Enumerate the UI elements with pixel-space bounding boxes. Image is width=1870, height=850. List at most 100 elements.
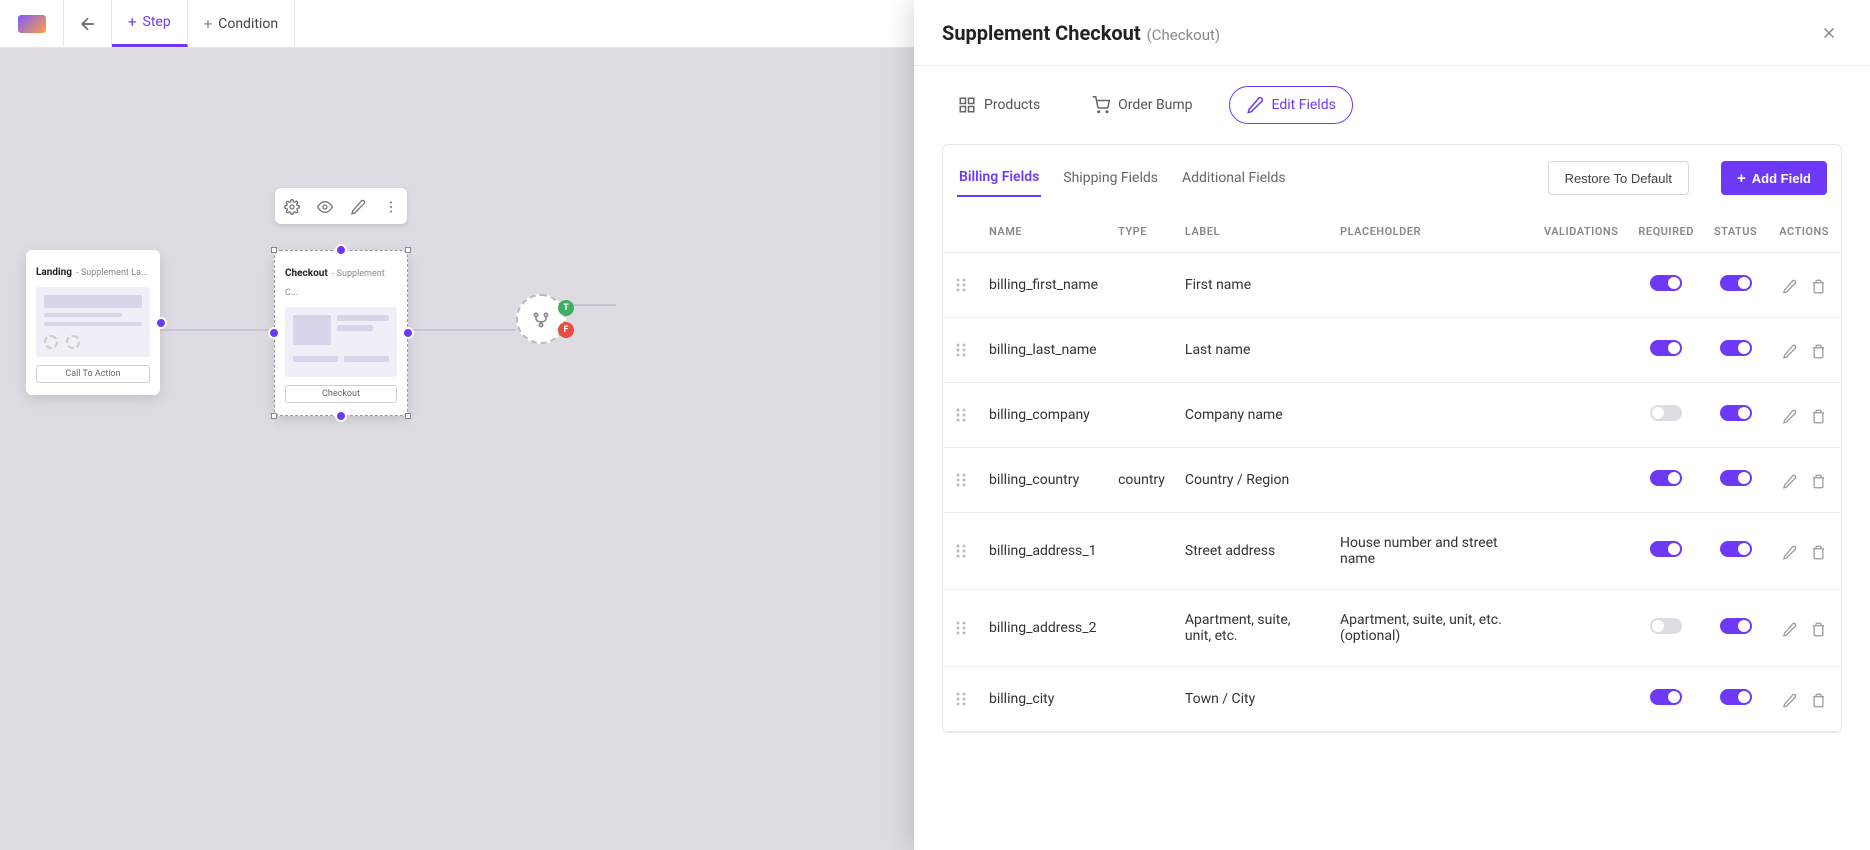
restore-default-button[interactable]: Restore To Default <box>1548 161 1689 195</box>
drag-icon <box>955 472 967 488</box>
selection-handle[interactable] <box>405 247 411 253</box>
status-toggle[interactable] <box>1720 689 1752 705</box>
panel-title-sub: (Checkout) <box>1147 26 1221 44</box>
arrow-left-icon <box>78 14 98 34</box>
edit-row-button[interactable] <box>1782 406 1801 424</box>
more-icon[interactable] <box>383 197 399 215</box>
eye-icon[interactable] <box>317 197 333 215</box>
status-toggle[interactable] <box>1720 275 1752 291</box>
cell-type <box>1108 590 1175 667</box>
cell-label: Apartment, suite, unit, etc. <box>1175 590 1330 667</box>
close-button[interactable] <box>1816 18 1842 47</box>
delete-row-button[interactable] <box>1811 341 1826 359</box>
required-toggle[interactable] <box>1650 618 1682 634</box>
back-button[interactable] <box>64 0 112 47</box>
port-output[interactable] <box>155 317 167 329</box>
selection-handle[interactable] <box>271 413 277 419</box>
subtab-additional[interactable]: Additional Fields <box>1180 160 1288 196</box>
trash-icon <box>1811 622 1826 637</box>
cell-status <box>1704 383 1767 448</box>
delete-row-button[interactable] <box>1811 690 1826 708</box>
step-tab[interactable]: + Step <box>112 0 188 47</box>
subtab-shipping[interactable]: Shipping Fields <box>1061 160 1160 196</box>
pencil-icon[interactable] <box>350 197 366 215</box>
col-type: TYPE <box>1108 211 1175 253</box>
edit-row-button[interactable] <box>1782 341 1801 359</box>
app-logo[interactable] <box>0 0 64 47</box>
drag-handle[interactable] <box>943 383 979 448</box>
cell-placeholder: House number and street name <box>1330 513 1534 590</box>
required-toggle[interactable] <box>1650 689 1682 705</box>
cell-actions <box>1767 318 1841 383</box>
port-input[interactable] <box>268 327 280 339</box>
connector-line <box>408 329 516 331</box>
status-toggle[interactable] <box>1720 340 1752 356</box>
required-toggle[interactable] <box>1650 275 1682 291</box>
drag-icon <box>955 620 967 636</box>
trash-icon <box>1811 409 1826 424</box>
edit-row-button[interactable] <box>1782 690 1801 708</box>
tab-products[interactable]: Products <box>942 86 1056 124</box>
pencil-icon <box>1782 622 1797 637</box>
status-toggle[interactable] <box>1720 618 1752 634</box>
drag-handle[interactable] <box>943 253 979 318</box>
drag-handle[interactable] <box>943 448 979 513</box>
port-bottom[interactable] <box>335 410 347 422</box>
drag-handle[interactable] <box>943 513 979 590</box>
required-toggle[interactable] <box>1650 405 1682 421</box>
port-top[interactable] <box>335 244 347 256</box>
true-badge: T <box>558 300 574 316</box>
node-title: Landing <box>36 267 72 278</box>
cell-name: billing_country <box>979 448 1108 513</box>
subtab-billing[interactable]: Billing Fields <box>957 159 1041 197</box>
pencil-icon <box>1782 344 1797 359</box>
cell-actions <box>1767 667 1841 732</box>
tab-edit-fields[interactable]: Edit Fields <box>1229 86 1353 124</box>
edit-row-button[interactable] <box>1782 542 1801 560</box>
cell-required <box>1628 590 1704 667</box>
delete-row-button[interactable] <box>1811 471 1826 489</box>
delete-row-button[interactable] <box>1811 619 1826 637</box>
edit-row-button[interactable] <box>1782 471 1801 489</box>
trash-icon <box>1811 279 1826 294</box>
landing-node[interactable]: Landing - Supplement La... Call To Actio… <box>26 250 160 395</box>
cell-type <box>1108 383 1175 448</box>
tab-order-bump[interactable]: Order Bump <box>1076 86 1208 124</box>
required-toggle[interactable] <box>1650 541 1682 557</box>
drag-handle[interactable] <box>943 318 979 383</box>
table-row: billing_last_name Last name <box>943 318 1841 383</box>
cell-status <box>1704 590 1767 667</box>
grid-icon <box>958 96 976 114</box>
edit-row-button[interactable] <box>1782 619 1801 637</box>
connector-line <box>160 329 274 331</box>
col-actions: ACTIONS <box>1767 211 1841 253</box>
port-output[interactable] <box>402 327 414 339</box>
status-toggle[interactable] <box>1720 405 1752 421</box>
condition-tab[interactable]: + Condition <box>188 0 295 47</box>
required-toggle[interactable] <box>1650 340 1682 356</box>
cell-actions <box>1767 448 1841 513</box>
delete-row-button[interactable] <box>1811 406 1826 424</box>
add-field-button[interactable]: + Add Field <box>1721 161 1827 195</box>
cell-name: billing_first_name <box>979 253 1108 318</box>
selection-handle[interactable] <box>271 247 277 253</box>
selection-handle[interactable] <box>405 413 411 419</box>
cell-name: billing_city <box>979 667 1108 732</box>
cell-validations <box>1534 667 1628 732</box>
cell-label: Street address <box>1175 513 1330 590</box>
cell-type <box>1108 513 1175 590</box>
drag-handle[interactable] <box>943 590 979 667</box>
trash-icon <box>1811 545 1826 560</box>
delete-row-button[interactable] <box>1811 542 1826 560</box>
edit-row-button[interactable] <box>1782 276 1801 294</box>
checkout-node[interactable]: Checkout - Supplement C... Checkout <box>274 250 408 416</box>
status-toggle[interactable] <box>1720 541 1752 557</box>
drag-handle[interactable] <box>943 667 979 732</box>
status-toggle[interactable] <box>1720 470 1752 486</box>
gear-icon[interactable] <box>284 197 300 215</box>
delete-row-button[interactable] <box>1811 276 1826 294</box>
branch-node[interactable]: T F <box>516 294 566 344</box>
cell-required <box>1628 318 1704 383</box>
cell-name: billing_address_1 <box>979 513 1108 590</box>
required-toggle[interactable] <box>1650 470 1682 486</box>
